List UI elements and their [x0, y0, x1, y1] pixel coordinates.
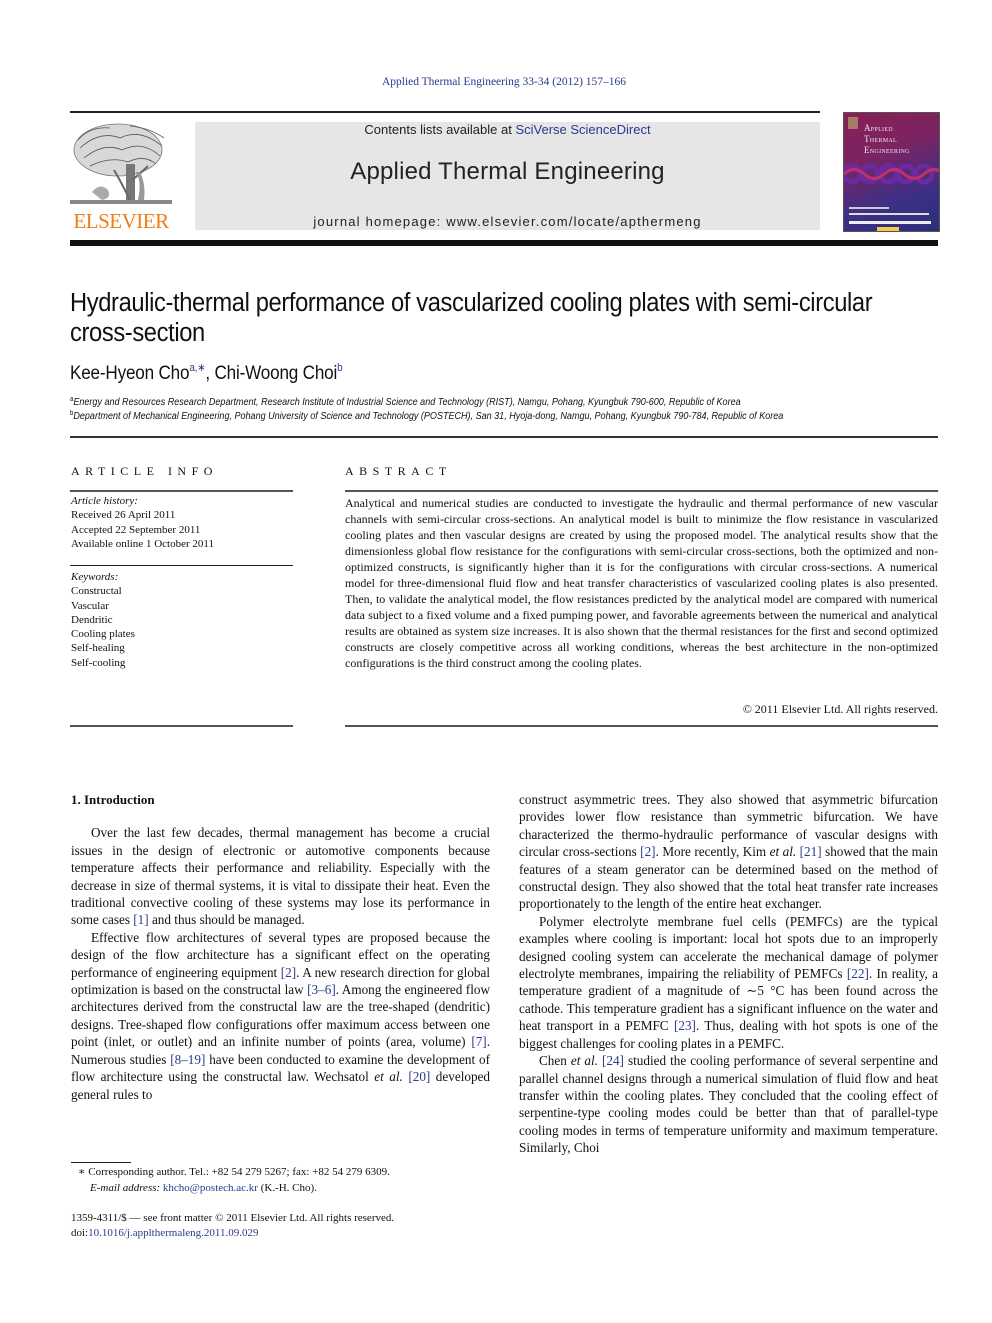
- email-note: E-mail address: khcho@postech.ac.kr (K.-…: [90, 1181, 317, 1197]
- keyword: Vascular: [71, 599, 109, 612]
- citation-link[interactable]: [2]: [640, 844, 655, 859]
- body-column-right: construct asymmetric trees. They also sh…: [519, 791, 938, 1157]
- elsevier-wordmark: ELSEVIER: [73, 209, 169, 233]
- author-affiliation-marks[interactable]: b: [337, 362, 343, 374]
- elsevier-tree-icon: [70, 123, 172, 204]
- cover-footer: [849, 207, 934, 231]
- abstract-copyright: © 2011 Elsevier Ltd. All rights reserved…: [742, 702, 938, 716]
- journal-header-box: Contents lists available at SciVerse Sci…: [195, 122, 820, 230]
- keywords-list: Keywords: Constructal Vascular Dendritic…: [71, 570, 291, 670]
- body-paragraph: Polymer electrolyte membrane fuel cells …: [519, 913, 938, 1052]
- affiliation-a: aEnergy and Resources Research Departmen…: [70, 396, 741, 408]
- elsevier-logo[interactable]: ELSEVIER: [70, 120, 172, 234]
- journal-cover-thumbnail[interactable]: Applied Thermal Engineering: [843, 112, 940, 232]
- italic-text: et al.: [769, 844, 797, 860]
- header-top-rule: [70, 111, 820, 113]
- author-affiliation-marks[interactable]: a,∗: [189, 362, 205, 374]
- text-run: studied the cooling performance of sever…: [519, 1053, 939, 1156]
- keyword: Cooling plates: [71, 628, 135, 641]
- left-paragraphs: Over the last few decades, thermal manag…: [71, 824, 490, 1103]
- footnote-divider: [71, 1162, 131, 1163]
- citation-link[interactable]: [23]: [674, 1018, 696, 1033]
- author-list: Kee-Hyeon Choa,∗, Chi-Woong Choib: [70, 361, 343, 385]
- history-accepted: Accepted 22 September 2011: [71, 523, 201, 536]
- affiliation-text: Energy and Resources Research Department…: [73, 396, 741, 408]
- history-online: Available online 1 October 2011: [71, 537, 214, 550]
- corresponding-author-note: ∗ Corresponding author. Tel.: +82 54 279…: [78, 1166, 390, 1178]
- email-label: E-mail address:: [90, 1182, 161, 1194]
- journal-homepage-link[interactable]: journal homepage: www.elsevier.com/locat…: [195, 214, 820, 229]
- article-info-divider: [70, 725, 293, 727]
- abstract-text: Analytical and numerical studies are con…: [345, 496, 938, 670]
- abstract-divider: [345, 490, 938, 492]
- contents-line: Contents lists available at SciVerse Sci…: [195, 122, 820, 137]
- history-received: Received 26 April 2011: [71, 509, 176, 522]
- right-paragraphs: construct asymmetric trees. They also sh…: [519, 791, 938, 1157]
- sciencedirect-link[interactable]: SciVerse ScienceDirect: [515, 122, 650, 137]
- text-run: Chen: [539, 1053, 571, 1069]
- doi-line: doi:10.1016/j.applthermaleng.2011.09.029: [71, 1226, 259, 1242]
- front-matter-note: 1359-4311/$ — see front matter © 2011 El…: [71, 1212, 395, 1224]
- author-separator: ,: [205, 363, 215, 384]
- abstract-divider: [345, 725, 938, 727]
- journal-name: Applied Thermal Engineering: [350, 158, 665, 185]
- citation-link[interactable]: [8–19]: [170, 1052, 205, 1067]
- keyword: Constructal: [71, 585, 122, 598]
- author-name[interactable]: Kee-Hyeon Cho: [70, 363, 190, 384]
- section-heading-introduction: 1. Introduction: [71, 792, 155, 807]
- email-suffix: (K.-H. Cho).: [257, 1182, 317, 1194]
- cover-wave-icon: [844, 163, 939, 185]
- citation-link[interactable]: [24]: [602, 1053, 624, 1068]
- body-paragraph: Chen et al. [24] studied the cooling per…: [519, 1052, 938, 1156]
- affiliation-text: Department of Mechanical Engineering, Po…: [73, 410, 784, 422]
- citation-link[interactable]: [1]: [133, 912, 148, 927]
- italic-text: et al.: [374, 1069, 403, 1085]
- citation-link[interactable]: [22]: [847, 966, 869, 981]
- email-link[interactable]: khcho@postech.ac.kr: [163, 1182, 258, 1194]
- text-run: . More recently, Kim: [655, 844, 770, 860]
- citation-link[interactable]: [7]: [471, 1034, 486, 1049]
- body-column-left: 1. Introduction Over the last few decade…: [71, 791, 490, 1103]
- keyword: Self-cooling: [71, 656, 126, 669]
- header-bottom-rule: [70, 240, 938, 246]
- body-paragraph: Over the last few decades, thermal manag…: [71, 824, 490, 928]
- article-info-divider: [70, 490, 293, 492]
- citation-link[interactable]: [20]: [408, 1069, 430, 1084]
- contents-prefix: Contents lists available at: [364, 122, 516, 137]
- doi-label: doi:: [71, 1227, 89, 1239]
- body-paragraph: construct asymmetric trees. They also sh…: [519, 791, 938, 913]
- keywords-label: Keywords:: [71, 571, 119, 583]
- text-run: and thus should be managed.: [148, 912, 305, 928]
- article-history: Article history: Received 26 April 2011 …: [71, 494, 291, 551]
- cover-title: Applied Thermal Engineering: [864, 123, 910, 155]
- citation-link[interactable]: [3–6]: [307, 982, 336, 997]
- doi-link[interactable]: 10.1016/j.applthermaleng.2011.09.029: [88, 1227, 258, 1239]
- body-paragraph: Effective flow architectures of several …: [71, 929, 490, 1103]
- abstract-heading: ABSTRACT: [345, 464, 452, 478]
- journal-citation[interactable]: Applied Thermal Engineering 33-34 (2012)…: [0, 76, 992, 88]
- affiliation-b: bDepartment of Mechanical Engineering, P…: [70, 410, 783, 422]
- citation-link[interactable]: [2]: [281, 965, 296, 980]
- keyword: Dendritic: [71, 613, 113, 626]
- italic-text: et al.: [570, 1053, 598, 1069]
- author-name[interactable]: Chi-Woong Choi: [215, 363, 338, 384]
- elsevier-mini-logo-icon: [848, 117, 858, 129]
- article-title: Hydraulic-thermal performance of vascula…: [70, 289, 873, 347]
- keyword: Self-healing: [71, 642, 125, 655]
- history-label: Article history:: [71, 495, 138, 507]
- article-info-divider: [70, 565, 293, 566]
- affiliation-divider: [70, 436, 938, 438]
- citation-link[interactable]: [21]: [800, 844, 822, 859]
- article-info-heading: ARTICLE INFO: [71, 464, 218, 478]
